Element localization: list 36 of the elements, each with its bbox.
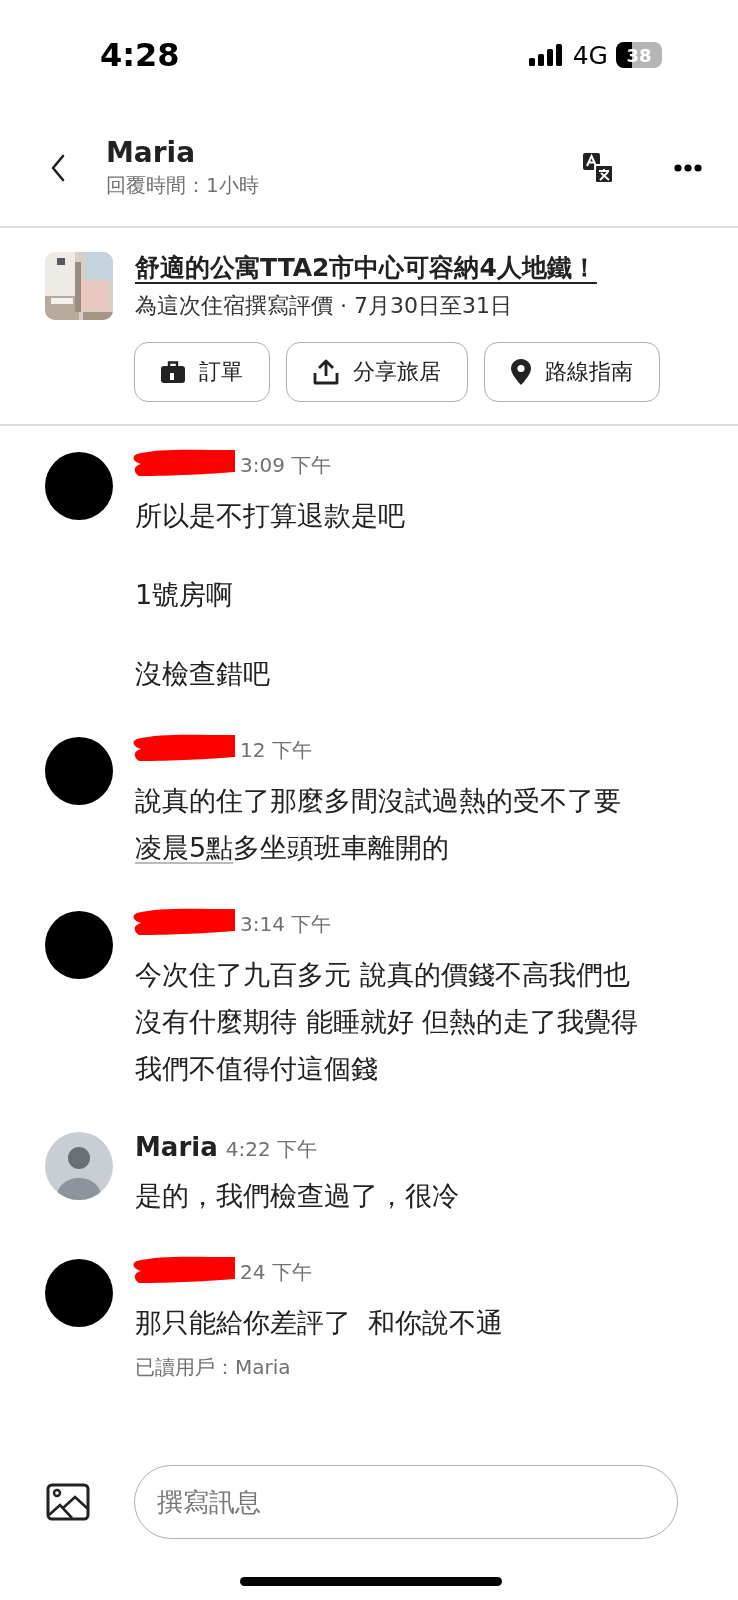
message-text: 沒有什麼期待 能睡就好 但熱的走了我覺得	[135, 1005, 639, 1039]
message-time: 3:14 下午	[240, 911, 332, 938]
message-field[interactable]: 撰寫訊息	[134, 1465, 678, 1539]
action-button[interactable]: 路線指南	[484, 342, 660, 402]
message-text: 今次住了九百多元 說真的價錢不高我們也	[135, 958, 630, 992]
message-text: 沒檢查錯吧	[135, 657, 270, 691]
message-time: 24 下午	[240, 1259, 312, 1286]
listing-title[interactable]: 舒適的公寓TTA2市中心可容納4人地鐵！	[135, 248, 597, 288]
action-button[interactable]: 分享旅居	[286, 342, 468, 402]
network-label: 4G	[572, 40, 608, 70]
message-text: 是的，我們檢查過了，很冷	[135, 1179, 459, 1213]
message-time: 12 下午	[240, 737, 312, 764]
message-text: 凌晨5點多坐頭班車離開的	[135, 831, 450, 865]
response-time: 回覆時間：1小時	[106, 172, 260, 199]
share-icon	[313, 359, 339, 385]
message-time: 3:09 下午	[240, 452, 332, 479]
translate-icon[interactable]	[582, 152, 614, 184]
listing-subtitle: 為這次住宿撰寫評價 · 7月30日至31日	[135, 292, 513, 320]
message-time: 4:22 下午	[225, 1136, 317, 1163]
message-text: 1號房啊	[135, 578, 234, 612]
more-icon[interactable]	[674, 164, 702, 172]
message-text: 說真的住了那麼多間沒試過熱的受不了要	[135, 784, 621, 818]
suitcase-icon	[161, 361, 185, 383]
map-pin-icon	[511, 359, 531, 385]
message-text: 我們不值得付這個錢	[135, 1052, 378, 1086]
status-time: 4:28	[100, 36, 180, 74]
action-button[interactable]: 訂單	[134, 342, 270, 402]
message-text: 那只能給你差評了 和你說不通	[135, 1306, 504, 1340]
detected-link[interactable]: 凌晨5點	[135, 832, 234, 863]
back-icon[interactable]	[50, 154, 66, 182]
message-text: 所以是不打算退款是吧	[135, 499, 405, 533]
image-icon[interactable]	[46, 1483, 90, 1521]
host-name: Maria	[106, 136, 197, 170]
sender-name: Maria	[135, 1132, 218, 1162]
signal-icon	[528, 44, 565, 66]
read-receipt: 已讀用戶：Maria	[135, 1354, 292, 1381]
